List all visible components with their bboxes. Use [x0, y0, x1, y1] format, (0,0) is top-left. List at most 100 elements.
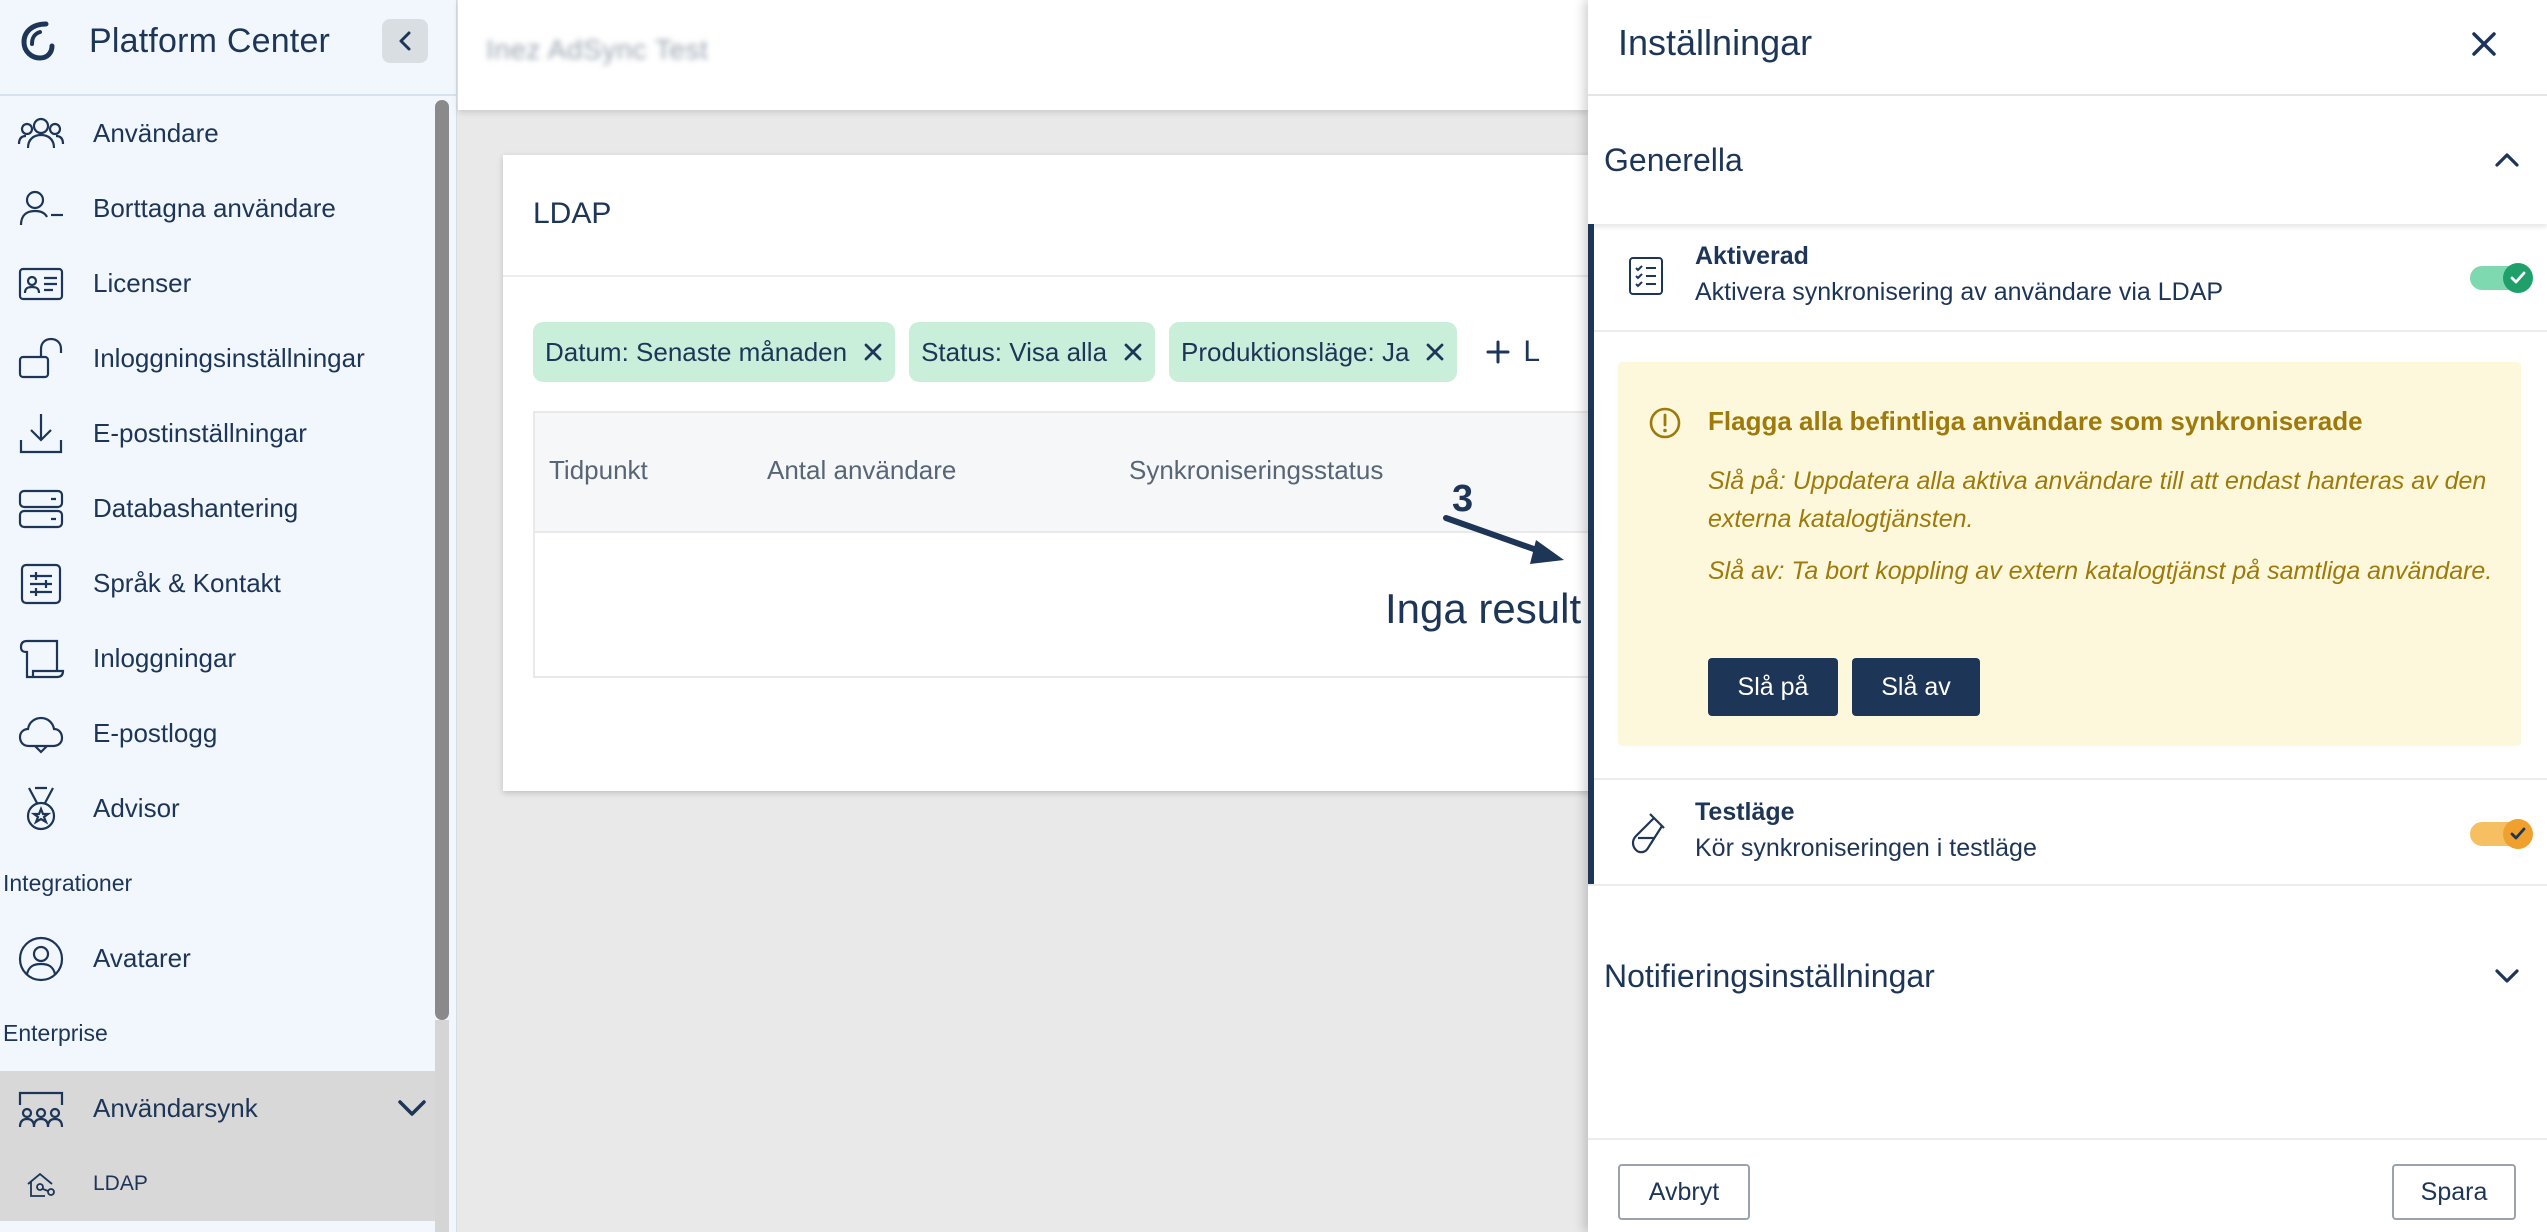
test-tube-icon — [1631, 813, 1665, 854]
sidebar-scrollbar-thumb[interactable] — [435, 100, 449, 1020]
sidebar-item-email-log[interactable]: E-postlogg — [0, 696, 435, 771]
filter-chip-date[interactable]: Datum: Senaste månaden — [533, 322, 896, 382]
id-card-icon — [18, 267, 64, 301]
close-icon[interactable] — [1121, 340, 1145, 364]
sidebar-item-avatars[interactable]: Avatarer — [0, 921, 435, 996]
unlock-icon — [18, 337, 63, 379]
close-icon[interactable] — [861, 340, 885, 364]
setting-description: Aktivera synkronisering av användare via… — [1695, 278, 2224, 306]
section-integrations: Integrationer — [3, 870, 133, 896]
chip-label: Datum: Senaste månaden — [545, 336, 848, 367]
sidebar-item-label: Användarsynk — [93, 1093, 258, 1123]
accordion-title: Notifieringsinställningar — [1604, 957, 1935, 994]
people-group-icon — [18, 1091, 64, 1128]
tenant-title: Inez AdSync Test — [486, 34, 709, 65]
sidebar-item-deleted-users[interactable]: Borttagna användare — [0, 171, 435, 246]
filter-chip-status[interactable]: Status: Visa alla — [909, 322, 1156, 382]
row-divider — [1588, 884, 2547, 886]
empty-state-message: Inga result — [1385, 585, 1582, 632]
sidebar-item-label: Inloggningsinställningar — [93, 343, 365, 373]
cloud-icon — [18, 716, 64, 754]
chevron-left-icon — [399, 31, 411, 51]
sidebar-item-users[interactable]: Användare — [0, 96, 435, 171]
activated-toggle[interactable] — [2470, 263, 2533, 293]
sidebar-item-label: Databashantering — [93, 493, 299, 523]
accordion-title: Generella — [1604, 141, 1743, 178]
sidebar-item-label: Licenser — [93, 268, 192, 298]
add-filter-button[interactable]: L — [1485, 335, 1540, 369]
chip-label: Status: Visa alla — [921, 336, 1108, 367]
column-header-time[interactable]: Tidpunkt — [549, 455, 648, 486]
sidebar-item-user-sync[interactable]: Användarsynk — [0, 1071, 435, 1146]
annotation-arrow-icon — [1443, 515, 1564, 564]
sidebar-item-login-settings[interactable]: Inloggningsinställningar — [0, 321, 435, 396]
filter-chips: Datum: Senaste månaden Status: Visa alla… — [533, 322, 1540, 382]
sidebar-nav: Användare Borttagna användare Licenser I… — [0, 96, 435, 1221]
filter-chip-production-mode[interactable]: Produktionsläge: Ja — [1169, 322, 1458, 382]
sidebar-item-label: Inloggningar — [93, 643, 237, 673]
sidebar-item-label: E-postinställningar — [93, 418, 307, 448]
testmode-toggle[interactable] — [2470, 819, 2533, 849]
sidebar-item-label: Advisor — [93, 793, 180, 823]
sidebar-item-label: Användare — [93, 118, 219, 148]
user-minus-icon — [19, 190, 63, 226]
column-header-user-count[interactable]: Antal användare — [767, 455, 956, 486]
sidebar-item-logins[interactable]: Inloggningar — [0, 621, 435, 696]
sidebar-header: Platform Center — [0, 0, 456, 96]
setting-activated: Aktiverad Aktivera synkronisering av anv… — [1594, 224, 2547, 330]
panel-title: Inställningar — [1618, 22, 1813, 63]
card-divider — [503, 275, 1603, 277]
sidebar-item-label: Avatarer — [93, 943, 191, 973]
panel-footer: Avbryt Spara — [1588, 1138, 2547, 1232]
ldap-card: LDAP Datum: Senaste månaden Status: Visa… — [503, 155, 1603, 791]
checklist-icon — [1629, 257, 1663, 295]
setting-title: Testläge — [1695, 798, 1795, 826]
toggle-knob — [2503, 263, 2533, 293]
topbar: Inez AdSync Test — [458, 0, 1588, 110]
sidebar: Platform Center Användare Borttagna anvä… — [0, 0, 457, 1232]
sidebar-item-email-settings[interactable]: E-postinställningar — [0, 396, 435, 471]
accordion-general-header[interactable]: Generella — [1588, 96, 2547, 224]
setting-description: Kör synkroniseringen i testläge — [1695, 834, 2037, 862]
warning-off-text: Slå av: Ta bort koppling av extern katal… — [1708, 557, 2493, 585]
cancel-button[interactable]: Avbryt — [1618, 1164, 1750, 1220]
chip-label: Produktionsläge: Ja — [1181, 336, 1410, 367]
sidebar-item-database[interactable]: Databashantering — [0, 471, 435, 546]
users-icon — [17, 117, 65, 149]
close-icon[interactable] — [1423, 340, 1447, 364]
accordion-notifications-header[interactable]: Notifieringsinställningar — [1588, 912, 2547, 1040]
sidebar-item-ldap[interactable]: LDAP — [0, 1146, 435, 1221]
turn-off-button[interactable]: Slå av — [1852, 658, 1980, 716]
toggle-knob — [2503, 819, 2533, 849]
close-panel-icon[interactable] — [2462, 22, 2506, 66]
sidebar-item-licenses[interactable]: Licenser — [0, 246, 435, 321]
sidebar-scrollbar-track[interactable] — [435, 1020, 449, 1232]
sliders-icon — [20, 563, 62, 605]
plus-icon — [1486, 340, 1510, 364]
accordion-general-body: Aktiverad Aktivera synkronisering av anv… — [1588, 224, 2547, 884]
chevron-up-icon — [2495, 153, 2519, 167]
settings-panel: Inställningar Generella Aktiverad Aktive… — [1588, 0, 2547, 1232]
check-icon — [2510, 827, 2526, 840]
add-filter-label: L — [1523, 335, 1541, 368]
collapse-sidebar-button[interactable] — [382, 19, 428, 63]
row-divider — [1594, 330, 2547, 332]
column-header-sync-status[interactable]: Synkroniseringsstatus — [1129, 455, 1383, 486]
platform-logo-icon — [21, 21, 55, 61]
sidebar-item-label: Borttagna användare — [93, 193, 336, 223]
check-icon — [2510, 271, 2526, 284]
chevron-down-icon — [2495, 969, 2519, 983]
sidebar-item-label: E-postlogg — [93, 718, 218, 748]
turn-on-button[interactable]: Slå på — [1708, 658, 1838, 716]
sidebar-item-language-contact[interactable]: Språk & Kontakt — [0, 546, 435, 621]
section-enterprise: Enterprise — [3, 1020, 108, 1046]
sidebar-item-label: LDAP — [93, 1171, 148, 1195]
chevron-down-icon[interactable] — [393, 1093, 431, 1123]
app-title: Platform Center — [89, 22, 331, 60]
download-tray-icon — [19, 414, 63, 454]
medal-icon — [26, 786, 56, 831]
sidebar-item-advisor[interactable]: Advisor — [0, 771, 435, 846]
save-button[interactable]: Spara — [2392, 1164, 2516, 1220]
warning-title: Flagga alla befintliga användare som syn… — [1708, 406, 2363, 436]
user-circle-icon — [18, 936, 64, 982]
